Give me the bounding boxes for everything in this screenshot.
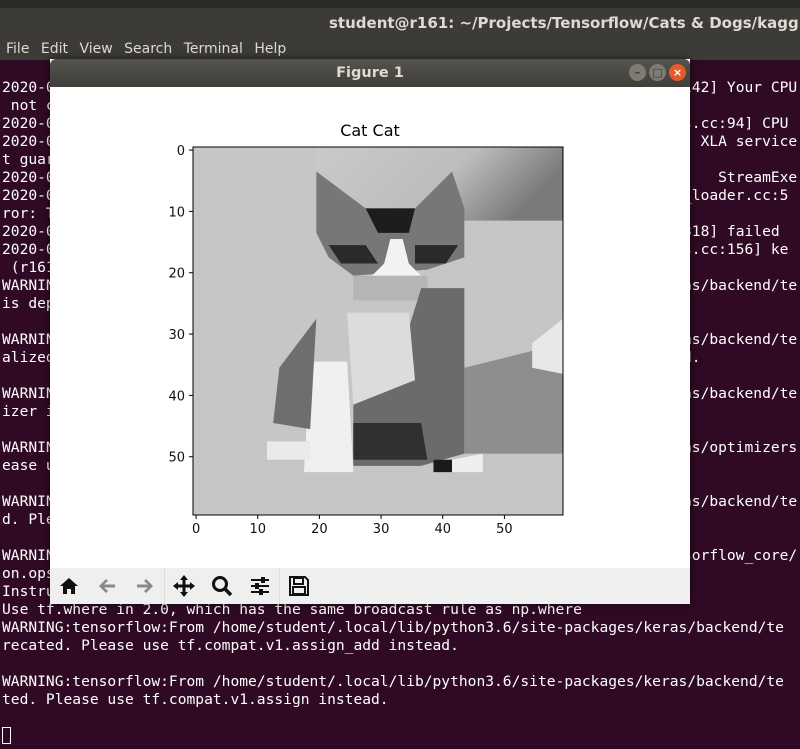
window-title: student@r161: ~/Projects/Tensorflow/Cats… <box>329 14 800 32</box>
terminal-line: 2020-0 <box>2 79 55 96</box>
configure-subplots-icon[interactable] <box>241 568 279 604</box>
terminal-line-tail: as/backend/te <box>683 331 798 348</box>
plot-area[interactable]: 0 10 20 30 40 50 0 10 20 30 40 50 <box>50 87 690 568</box>
terminal-cursor <box>2 727 11 744</box>
terminal-line: recated. Please use tf.compat.v1.assign_… <box>2 637 459 654</box>
terminal-line: ror: T <box>2 205 55 222</box>
terminal-line-tail: _loader.cc:5 <box>683 187 789 204</box>
terminal-line: WARNIN <box>2 331 55 348</box>
terminal-line: ease u <box>2 457 55 474</box>
terminal-line: WARNIN <box>2 277 55 294</box>
terminal-line: on.ops <box>2 565 55 582</box>
terminal-line-tail: as/backend/te <box>683 385 798 402</box>
close-button[interactable]: × <box>669 64 686 81</box>
terminal-line: alized <box>2 349 55 366</box>
terminal-line-tail: ] StreamExe <box>683 169 798 186</box>
terminal-line: WARNIN <box>2 547 55 564</box>
terminal-line: WARNIN <box>2 385 55 402</box>
terminal-line-tail: s.cc:94] CPU <box>683 115 789 132</box>
terminal-line-tail: s.cc:156] ke <box>683 241 789 258</box>
x-tick-label: 10 <box>249 522 266 537</box>
cat-paw-dark <box>353 423 428 460</box>
terminal-line-tail: 318] failed <box>683 223 780 240</box>
x-tick-label: 0 <box>192 522 200 537</box>
terminal-line: t guar <box>2 151 55 168</box>
figure-titlebar[interactable]: Figure 1 <box>50 59 690 87</box>
terminal-titlebar: student@r161: ~/Projects/Tensorflow/Cats… <box>0 8 800 38</box>
forward-icon[interactable] <box>126 568 164 604</box>
x-tick-label: 50 <box>496 522 513 537</box>
y-tick-label: 30 <box>168 328 185 343</box>
save-icon[interactable] <box>280 568 318 604</box>
terminal-line: WARNIN <box>2 439 55 456</box>
menu-bar: File Edit View Search Terminal Help <box>0 38 800 60</box>
terminal-line-tail: sorflow_core/ <box>683 547 798 564</box>
terminal-line-tail: 142] Your CPU <box>683 79 798 96</box>
terminal-line: 2020-0 <box>2 223 55 240</box>
figure-toolbar <box>50 568 690 604</box>
terminal-line: 2020-0 <box>2 169 55 186</box>
terminal-line: not c <box>2 97 55 114</box>
terminal-line: ted. Please use tf.compat.v1.assign inst… <box>2 691 389 708</box>
menu-view[interactable]: View <box>79 41 112 57</box>
y-tick-label: 10 <box>168 205 185 220</box>
x-tick-label: 30 <box>373 522 390 537</box>
terminal-line: 2020-0 <box>2 133 55 150</box>
terminal-line: 2020-0 <box>2 115 55 132</box>
image <box>193 147 563 515</box>
top-panel <box>0 0 800 8</box>
figure-window: Figure 1 – □ × Cat Cat 0 10 20 30 40 50 0 10 20 3… <box>50 59 690 604</box>
cat-foot-dark <box>433 459 452 473</box>
terminal-line: is dep <box>2 295 55 312</box>
pan-icon[interactable] <box>165 568 203 604</box>
terminal-line-tail: ] XLA service <box>683 133 798 150</box>
menu-edit[interactable]: Edit <box>41 41 68 57</box>
cat-chin <box>353 275 428 301</box>
menu-search[interactable]: Search <box>124 41 172 57</box>
maximize-button[interactable]: □ <box>649 64 666 81</box>
y-tick-label: 50 <box>168 451 185 466</box>
back-icon[interactable] <box>88 568 126 604</box>
minimize-button[interactable]: – <box>629 64 646 81</box>
terminal-line: WARNING:tensorflow:From /home/student/.l… <box>2 619 784 636</box>
figure-title: Figure 1 <box>336 65 404 81</box>
y-tick-label: 0 <box>177 144 185 159</box>
x-tick-label: 40 <box>434 522 451 537</box>
y-tick-label: 40 <box>168 389 185 404</box>
terminal-line: izer i <box>2 403 55 420</box>
zoom-icon[interactable] <box>203 568 241 604</box>
cat-tail-light <box>267 441 311 460</box>
menu-help[interactable]: Help <box>254 41 286 57</box>
terminal-line: WARNIN <box>2 493 55 510</box>
home-icon[interactable] <box>50 568 88 604</box>
y-tick-label: 20 <box>168 267 185 282</box>
x-tick-label: 20 <box>311 522 328 537</box>
terminal-line-tail: as/optimizers <box>683 439 798 456</box>
menu-file[interactable]: File <box>6 41 29 57</box>
terminal-line-tail: as/backend/te <box>683 277 798 294</box>
terminal-line: (r161 <box>2 259 55 276</box>
terminal-line-tail: as/backend/te <box>683 493 798 510</box>
menu-terminal[interactable]: Terminal <box>184 41 243 57</box>
terminal-line: 2020-0 <box>2 187 55 204</box>
terminal-line: Instru <box>2 583 55 600</box>
terminal-line: WARNING:tensorflow:From /home/student/.l… <box>2 673 784 690</box>
terminal-line: d. Ple <box>2 511 55 528</box>
terminal-line: 2020-0 <box>2 241 55 258</box>
